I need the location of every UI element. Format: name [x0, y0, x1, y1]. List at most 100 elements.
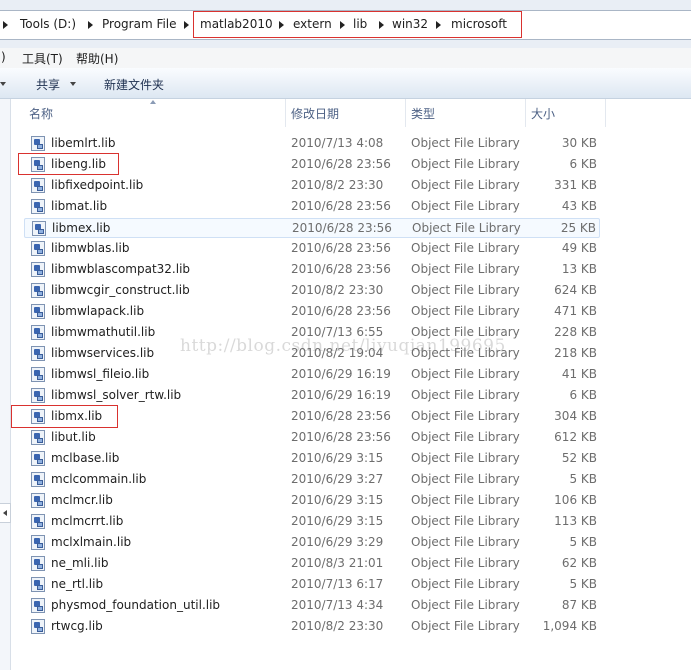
file-row[interactable]: libmwblas.lib 2010/6/28 23:56 Object File …	[24, 239, 600, 259]
file-size: 43 KB	[561, 199, 597, 213]
file-row[interactable]: libmwsl_solver_rtw.lib 2010/6/29 16:19 Obj…	[24, 386, 600, 406]
file-size: 471 KB	[554, 304, 597, 318]
file-size: 228 KB	[554, 325, 597, 339]
file-type: Object File Library	[411, 451, 520, 465]
file-size: 87 KB	[561, 598, 597, 612]
file-date: 2010/6/29 3:29	[291, 535, 384, 549]
column-header-size[interactable]: 大小	[526, 99, 606, 127]
file-size: 5 KB	[569, 577, 597, 591]
file-row[interactable]: mclcommain.lib 2010/6/29 3:27 Object File …	[24, 470, 600, 490]
file-date: 2010/6/29 3:15	[291, 451, 384, 465]
file-type: Object File Library	[411, 409, 520, 423]
file-row[interactable]: libut.lib 2010/6/28 23:56 Object File Libr…	[24, 428, 600, 448]
highlight-annotation-libmx	[11, 405, 118, 428]
library-file-icon	[31, 241, 45, 256]
file-row[interactable]: mclmcr.lib 2010/6/29 3:15 Object File Libr…	[24, 491, 600, 511]
breadcrumb-tools[interactable]: Tools (D:)	[20, 17, 76, 31]
file-name: mclcommain.lib	[51, 472, 147, 486]
file-row-hovered[interactable]: libmex.lib 2010/6/28 23:56 Object File Lib…	[24, 218, 600, 238]
file-row[interactable]: mclbase.lib 2010/6/29 3:15 Object File Lib…	[24, 449, 600, 469]
library-file-icon	[31, 598, 45, 613]
file-row[interactable]: libmwblascompat32.lib 2010/6/28 23:56 Obje…	[24, 260, 600, 280]
column-header-type[interactable]: 类型	[406, 99, 526, 127]
file-row[interactable]: libfixedpoint.lib 2010/8/2 23:30 Object Fi…	[24, 176, 600, 196]
file-type: Object File Library	[411, 283, 520, 297]
file-row[interactable]: libmwlapack.lib 2010/6/28 23:56 Object Fil…	[24, 302, 600, 322]
file-type: Object File Library	[411, 262, 520, 276]
file-row[interactable]: ne_rtl.lib 2010/7/13 6:17 Object File Libr…	[24, 575, 600, 595]
library-file-icon	[31, 136, 45, 151]
file-type: Object File Library	[411, 556, 520, 570]
file-row[interactable]: libmat.lib 2010/6/28 23:56 Object File Lib…	[24, 197, 600, 217]
library-file-icon	[31, 346, 45, 361]
library-file-icon	[31, 199, 45, 214]
library-file-icon	[31, 619, 45, 634]
file-name: mclmcrrt.lib	[51, 514, 124, 528]
share-button[interactable]: 共享	[36, 76, 60, 93]
menu-item-tools[interactable]: 工具(T)	[22, 50, 63, 67]
sort-ascending-icon	[150, 100, 156, 104]
file-date: 2010/8/3 21:01	[291, 556, 384, 570]
file-row[interactable]: rtwcg.lib 2010/8/2 23:30 Object File Libra…	[24, 617, 600, 637]
chevron-down-icon[interactable]	[70, 82, 76, 86]
file-type: Object File Library	[411, 367, 520, 381]
chevron-down-icon[interactable]	[0, 82, 6, 86]
navigation-pane-scroll-handle[interactable]	[0, 503, 11, 523]
file-row[interactable]: libmwsl_fileio.lib 2010/6/29 16:19 Object …	[24, 365, 600, 385]
file-date: 2010/6/29 3:15	[291, 514, 384, 528]
file-name: libmwmathutil.lib	[51, 325, 156, 339]
library-file-icon	[31, 493, 45, 508]
file-size: 5 KB	[569, 472, 597, 486]
file-size: 13 KB	[561, 262, 597, 276]
file-row[interactable]: physmod_foundation_util.lib 2010/7/13 4:3…	[24, 596, 600, 616]
file-name: libmwsl_solver_rtw.lib	[51, 388, 182, 402]
file-size: 30 KB	[561, 136, 597, 150]
file-date: 2010/7/13 6:17	[291, 577, 384, 591]
chevron-right-icon[interactable]	[88, 21, 93, 29]
file-date: 2010/6/28 23:56	[291, 157, 391, 171]
file-type: Object File Library	[411, 178, 520, 192]
file-type: Object File Library	[411, 430, 520, 444]
file-size: 62 KB	[561, 556, 597, 570]
file-row[interactable]: mclxlmain.lib 2010/6/29 3:29 Object File L…	[24, 533, 600, 553]
file-row[interactable]: libemlrt.lib 2010/7/13 4:08 Object File Li…	[24, 134, 600, 154]
file-name: libfixedpoint.lib	[51, 178, 144, 192]
file-type: Object File Library	[411, 535, 520, 549]
file-date: 2010/7/13 4:34	[291, 598, 384, 612]
chevron-right-icon[interactable]	[184, 21, 189, 29]
file-row[interactable]: mclmcrrt.lib 2010/6/29 3:15 Object File Li…	[24, 512, 600, 532]
file-date: 2010/8/2 23:30	[291, 283, 384, 297]
file-type: Object File Library	[411, 241, 520, 255]
file-name: libmat.lib	[51, 199, 108, 213]
file-type: Object File Library	[411, 304, 520, 318]
breadcrumb-program-file[interactable]: Program File	[102, 17, 177, 31]
file-row[interactable]: libmwcgir_construct.lib 2010/8/2 23:30 Obj…	[24, 281, 600, 301]
file-name: mclxlmain.lib	[51, 535, 132, 549]
file-type: Object File Library	[411, 493, 520, 507]
file-size: 49 KB	[561, 241, 597, 255]
file-type: Object File Library	[411, 577, 520, 591]
file-date: 2010/6/28 23:56	[291, 241, 391, 255]
menu-item-partial[interactable]: )	[1, 50, 6, 64]
file-date: 2010/7/13 4:08	[291, 136, 384, 150]
watermark-text: http://blog.csdn.net/liyuqian199695	[180, 336, 506, 356]
file-size: 612 KB	[554, 430, 597, 444]
file-name: libmwblas.lib	[51, 241, 130, 255]
file-size: 1,094 KB	[542, 619, 597, 633]
file-date: 2010/6/29 16:19	[291, 367, 391, 381]
library-file-icon	[31, 535, 45, 550]
library-file-icon	[31, 430, 45, 445]
file-date: 2010/6/28 23:56	[291, 199, 391, 213]
file-size: 331 KB	[554, 178, 597, 192]
file-type: Object File Library	[412, 221, 521, 235]
file-size: 6 KB	[569, 157, 597, 171]
file-size: 52 KB	[561, 451, 597, 465]
file-row[interactable]: ne_mli.lib 2010/8/3 21:01 Object File Libr…	[24, 554, 600, 574]
column-header-date[interactable]: 修改日期	[286, 99, 406, 127]
highlight-annotation-path	[193, 11, 522, 38]
file-date: 2010/6/28 23:56	[291, 304, 391, 318]
new-folder-button[interactable]: 新建文件夹	[104, 76, 164, 93]
menu-item-help[interactable]: 帮助(H)	[76, 50, 118, 67]
file-name: physmod_foundation_util.lib	[51, 598, 221, 612]
chevron-right-icon[interactable]	[3, 21, 8, 29]
